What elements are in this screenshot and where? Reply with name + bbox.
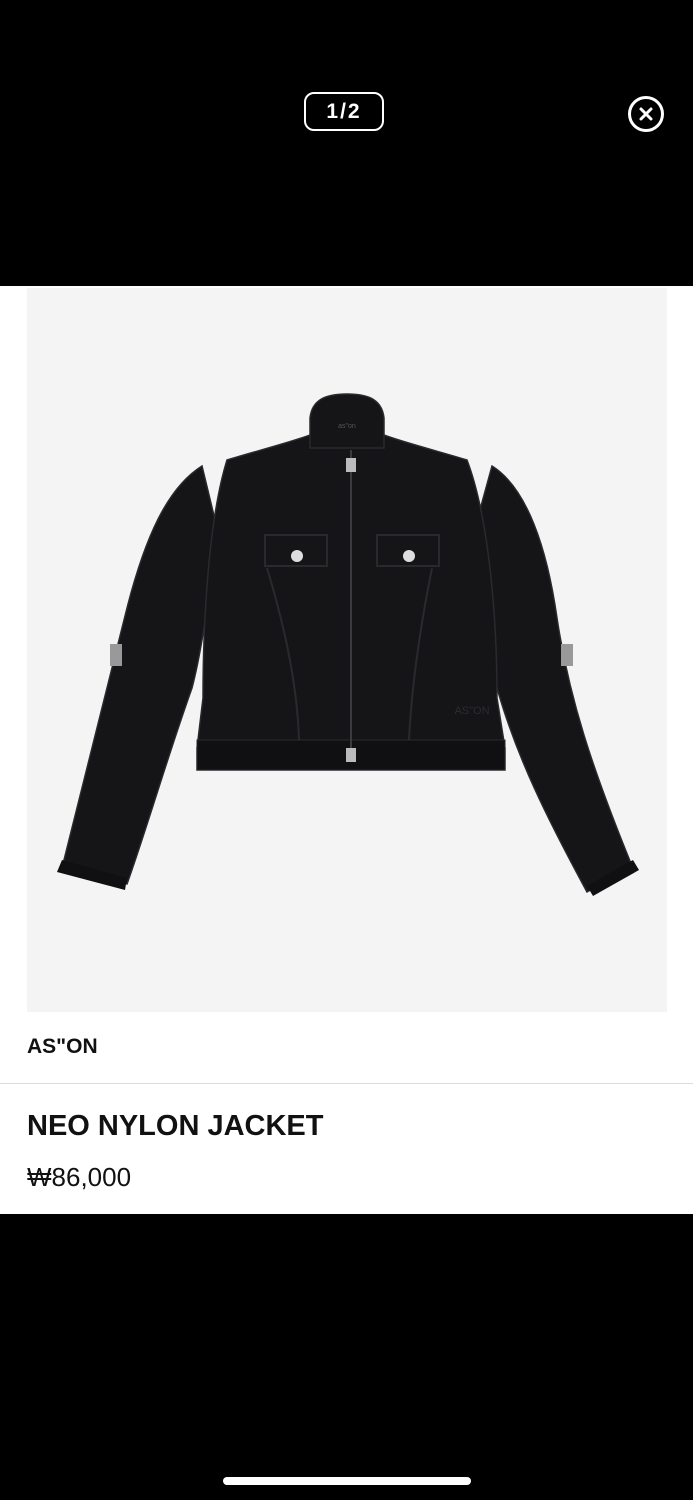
page-counter: 1/2: [304, 92, 384, 131]
viewer-footer: [0, 1214, 693, 1500]
home-indicator[interactable]: [223, 1477, 471, 1485]
jacket-embroidery: AS"ON: [454, 705, 489, 717]
divider: [0, 1083, 693, 1084]
close-button[interactable]: [628, 96, 664, 132]
jacket-illustration: as"on AS"ON: [57, 393, 639, 896]
product-title: NEO NYLON JACKET: [27, 1110, 324, 1142]
close-icon: [639, 107, 653, 121]
jacket-neck-label: as"on: [338, 423, 356, 430]
brand-name[interactable]: AS"ON: [27, 1035, 98, 1059]
viewer-header: 1/2: [0, 0, 693, 286]
product-image[interactable]: as"on AS"ON: [27, 288, 667, 1012]
product-price: ₩86,000: [27, 1162, 132, 1192]
product-card: as"on AS"ON AS"ON NEO NYLON JACKET ₩86,0…: [0, 286, 693, 1214]
